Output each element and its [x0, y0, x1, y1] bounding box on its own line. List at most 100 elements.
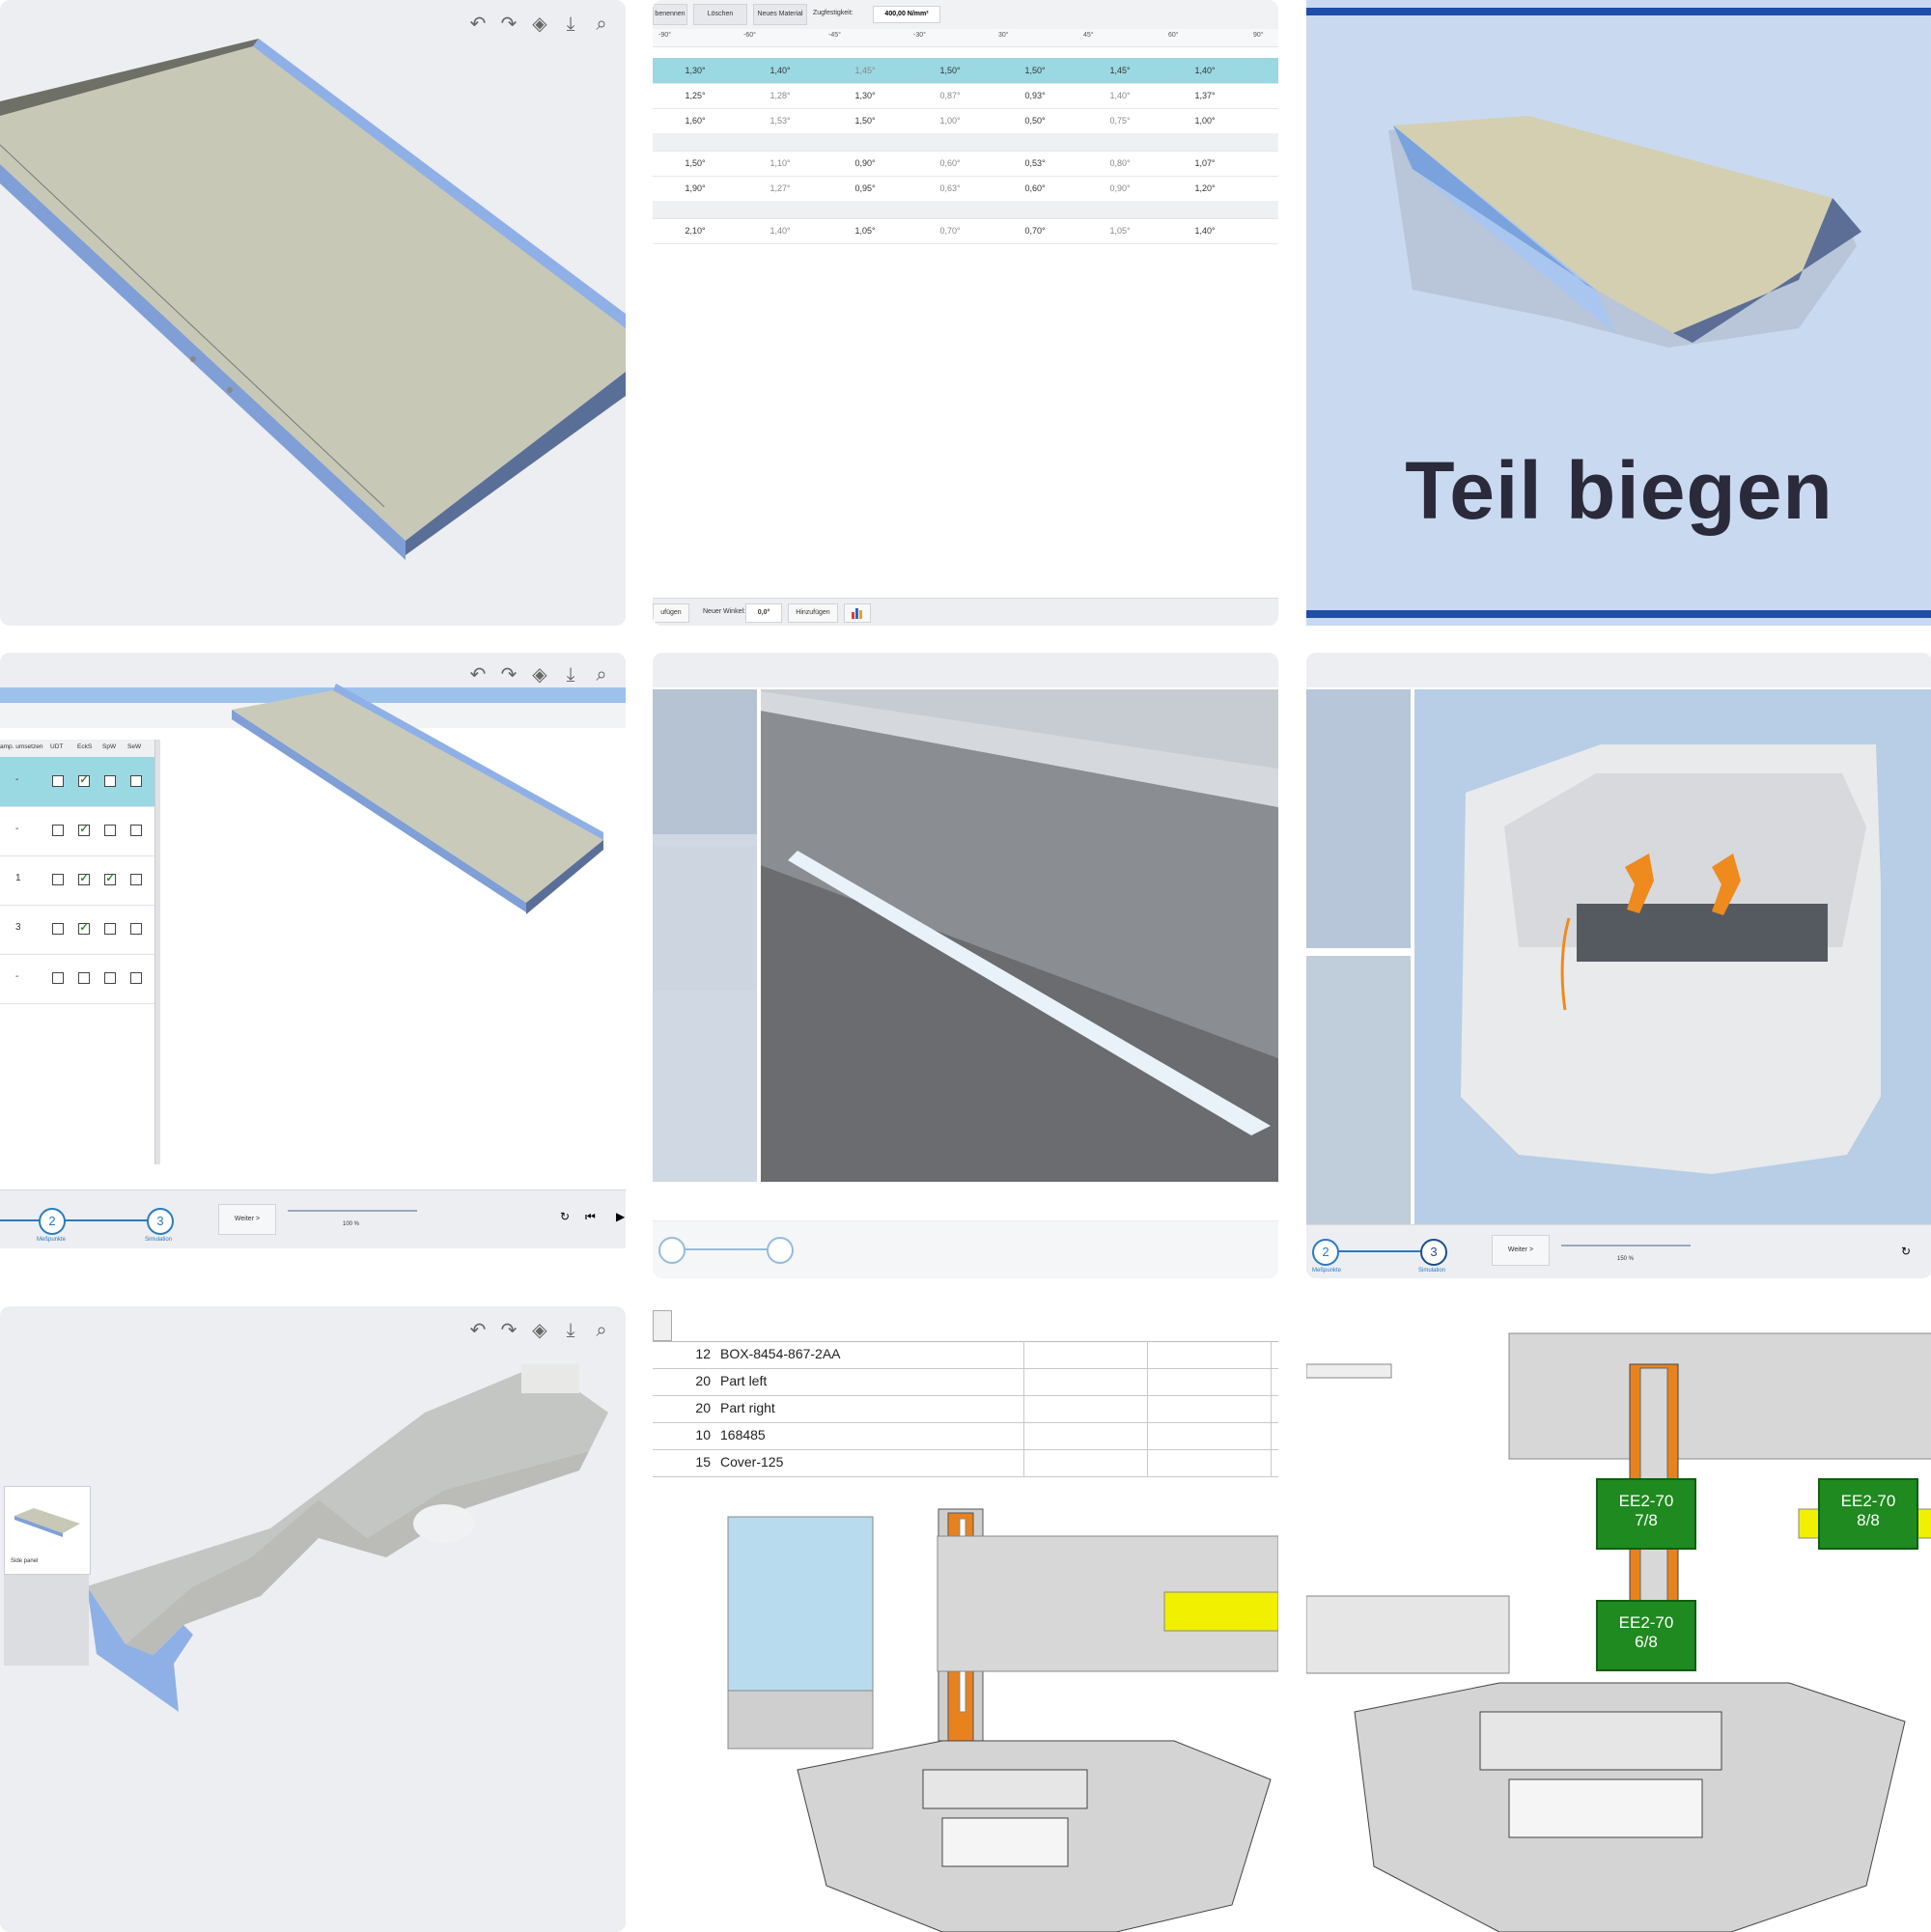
zoom-fit-icon[interactable]: ⌕: [591, 14, 612, 35]
new-material-button[interactable]: Neues Material: [753, 4, 807, 25]
angle-cell[interactable]: 1,50°: [836, 116, 894, 126]
step-circle-3[interactable]: [767, 1237, 794, 1264]
side-panel-viewport[interactable]: ↶ ↷ ◈ ⤓ ⌕ Side panel: [0, 1306, 626, 1932]
angle-row[interactable]: 1,25° 1,28° 1,30° 0,87° 0,93° 1,40° 1,37°: [653, 83, 1278, 109]
angle-cell[interactable]: 0,50°: [1006, 116, 1064, 126]
angle-cell[interactable]: 1,45°: [1091, 66, 1149, 75]
thumbnail-label: Side panel: [11, 1558, 39, 1564]
viewer-toolbar: ↶ ↷ ◈ ⤓ ⌕: [467, 1320, 612, 1341]
angle-cell[interactable]: 1,40°: [751, 226, 809, 236]
angle-col-header: -90°: [658, 32, 671, 39]
angle-row[interactable]: 1,50° 1,10° 0,90° 0,60° 0,53° 0,80° 1,07°: [653, 151, 1278, 177]
step-circle-2[interactable]: 2: [39, 1208, 66, 1235]
angle-cell[interactable]: 1,27°: [751, 183, 809, 193]
angle-cell[interactable]: 1,90°: [666, 183, 724, 193]
step-label-2: Meßpunkte: [1312, 1268, 1342, 1274]
reset-icon[interactable]: ↻: [1901, 1245, 1911, 1258]
angle-cell[interactable]: 0,60°: [1006, 183, 1064, 193]
download-icon[interactable]: ⤓: [560, 14, 581, 35]
angle-cell[interactable]: 1,40°: [1176, 226, 1234, 236]
zoom-slider[interactable]: [1561, 1245, 1691, 1246]
angle-cell[interactable]: 0,90°: [1091, 183, 1149, 193]
angle-cell[interactable]: 1,60°: [666, 116, 724, 126]
angle-cell[interactable]: 0,70°: [921, 226, 979, 236]
reset-icon[interactable]: ↻: [560, 1210, 570, 1223]
angle-cell[interactable]: 1,50°: [666, 158, 724, 168]
view-cube-icon[interactable]: ◈: [529, 14, 550, 35]
part-thumbnail[interactable]: Side panel: [4, 1486, 91, 1575]
angle-cell[interactable]: 1,40°: [1091, 91, 1149, 100]
add-button[interactable]: Hinzufügen: [788, 603, 838, 623]
add-dropdown-left[interactable]: ufügen: [653, 603, 689, 623]
angle-cell[interactable]: 0,87°: [921, 91, 979, 100]
angle-cell[interactable]: 0,60°: [921, 158, 979, 168]
view-cube-icon[interactable]: ◈: [529, 1320, 550, 1341]
angle-row[interactable]: 1,90° 1,27° 0,95° 0,63° 0,60° 0,90° 1,20°: [653, 176, 1278, 202]
angle-cell[interactable]: 2,10°: [666, 226, 724, 236]
tool-station-2[interactable]: EE2-70 8/8: [1818, 1478, 1918, 1550]
angle-cell[interactable]: 1,50°: [921, 66, 979, 75]
step-circle-2[interactable]: 2: [1312, 1239, 1339, 1266]
tool-station-1[interactable]: EE2-70 7/8: [1596, 1478, 1696, 1550]
angle-cell[interactable]: 1,50°: [1006, 66, 1064, 75]
angle-cell[interactable]: 1,10°: [751, 158, 809, 168]
undo-icon[interactable]: ↶: [467, 1320, 489, 1341]
thumbnail-slot-empty[interactable]: [4, 1575, 89, 1666]
redo-icon[interactable]: ↷: [498, 1320, 519, 1341]
tool-station-3[interactable]: EE2-70 6/8: [1596, 1600, 1696, 1671]
side-panel-model: [87, 1364, 608, 1712]
zoom-slider[interactable]: [288, 1210, 417, 1212]
next-button[interactable]: Weiter >: [1492, 1235, 1550, 1266]
bend-configuration: ↶ ↷ ◈ ⤓ ⌕ amp. umsetzen UDT EckS SpW SeW - ✓ -…: [0, 653, 626, 1278]
workflow-stepper: 2 Meßpunkte 3 Simulation Weiter > 150 % …: [1306, 1224, 1931, 1278]
angle-row[interactable]: 2,10° 1,40° 1,05° 0,70° 0,70° 1,05° 1,40°: [653, 218, 1278, 244]
angle-cell[interactable]: 1,05°: [1091, 226, 1149, 236]
step-circle-2[interactable]: [658, 1237, 686, 1264]
angle-cell[interactable]: 1,45°: [836, 66, 894, 75]
angle-col-header: 90°: [1253, 32, 1264, 39]
rename-button[interactable]: benennen: [653, 4, 687, 25]
delete-button[interactable]: Löschen: [693, 4, 747, 25]
angle-cell[interactable]: 0,93°: [1006, 91, 1064, 100]
tensile-field[interactable]: 400,00 N/mm²: [873, 6, 940, 23]
zoom-fit-icon[interactable]: ⌕: [591, 1320, 612, 1341]
angle-row[interactable]: 1,30° 1,40° 1,45° 1,50° 1,50° 1,45° 1,40°: [653, 58, 1278, 84]
zoom-value: 100 %: [343, 1221, 360, 1227]
angle-cell[interactable]: 0,90°: [836, 158, 894, 168]
angle-cell[interactable]: 1,28°: [751, 91, 809, 100]
undo-icon[interactable]: ↶: [467, 14, 489, 35]
angle-cell[interactable]: 1,40°: [1176, 66, 1234, 75]
next-button[interactable]: Weiter >: [218, 1204, 276, 1235]
step-circle-3[interactable]: 3: [1420, 1239, 1447, 1266]
angle-cell[interactable]: 0,63°: [921, 183, 979, 193]
angle-cell[interactable]: 1,20°: [1176, 183, 1234, 193]
angle-cell[interactable]: 0,70°: [1006, 226, 1064, 236]
material-toolbar: benennen Löschen Neues Material Zugfesti…: [653, 0, 1278, 30]
download-icon[interactable]: ⤓: [560, 1320, 581, 1341]
angle-cell[interactable]: 1,40°: [751, 66, 809, 75]
angle-cell[interactable]: 1,25°: [666, 91, 724, 100]
angle-cell[interactable]: 1,00°: [1176, 116, 1234, 126]
angle-cell[interactable]: 1,37°: [1176, 91, 1234, 100]
angle-cell[interactable]: 1,53°: [751, 116, 809, 126]
play-icon[interactable]: ▶: [616, 1210, 625, 1223]
angle-cell[interactable]: 0,53°: [1006, 158, 1064, 168]
zoom-value: 150 %: [1617, 1256, 1635, 1262]
chart-icon[interactable]: [844, 603, 871, 623]
skip-back-icon[interactable]: ⏮: [585, 1210, 596, 1224]
angle-cell[interactable]: 0,80°: [1091, 158, 1149, 168]
angle-row[interactable]: 1,60° 1,53° 1,50° 1,00° 0,50° 0,75° 1,00°: [653, 108, 1278, 134]
angle-cell[interactable]: 0,95°: [836, 183, 894, 193]
tray-viewport[interactable]: ↶ ↷ ◈ ⤓ ⌕: [0, 0, 626, 626]
angle-cell[interactable]: 1,30°: [836, 91, 894, 100]
redo-icon[interactable]: ↷: [498, 14, 519, 35]
step-circle-3[interactable]: 3: [147, 1208, 174, 1235]
bend-part-tile[interactable]: Teil biegen: [1306, 0, 1931, 626]
angle-cell[interactable]: 0,75°: [1091, 116, 1149, 126]
angle-cell[interactable]: 1,07°: [1176, 158, 1234, 168]
new-angle-label: Neuer Winkel:: [703, 608, 745, 615]
angle-cell[interactable]: 1,30°: [666, 66, 724, 75]
angle-cell[interactable]: 1,05°: [836, 226, 894, 236]
angle-cell[interactable]: 1,00°: [921, 116, 979, 126]
new-angle-input[interactable]: 0,0°: [745, 603, 782, 623]
